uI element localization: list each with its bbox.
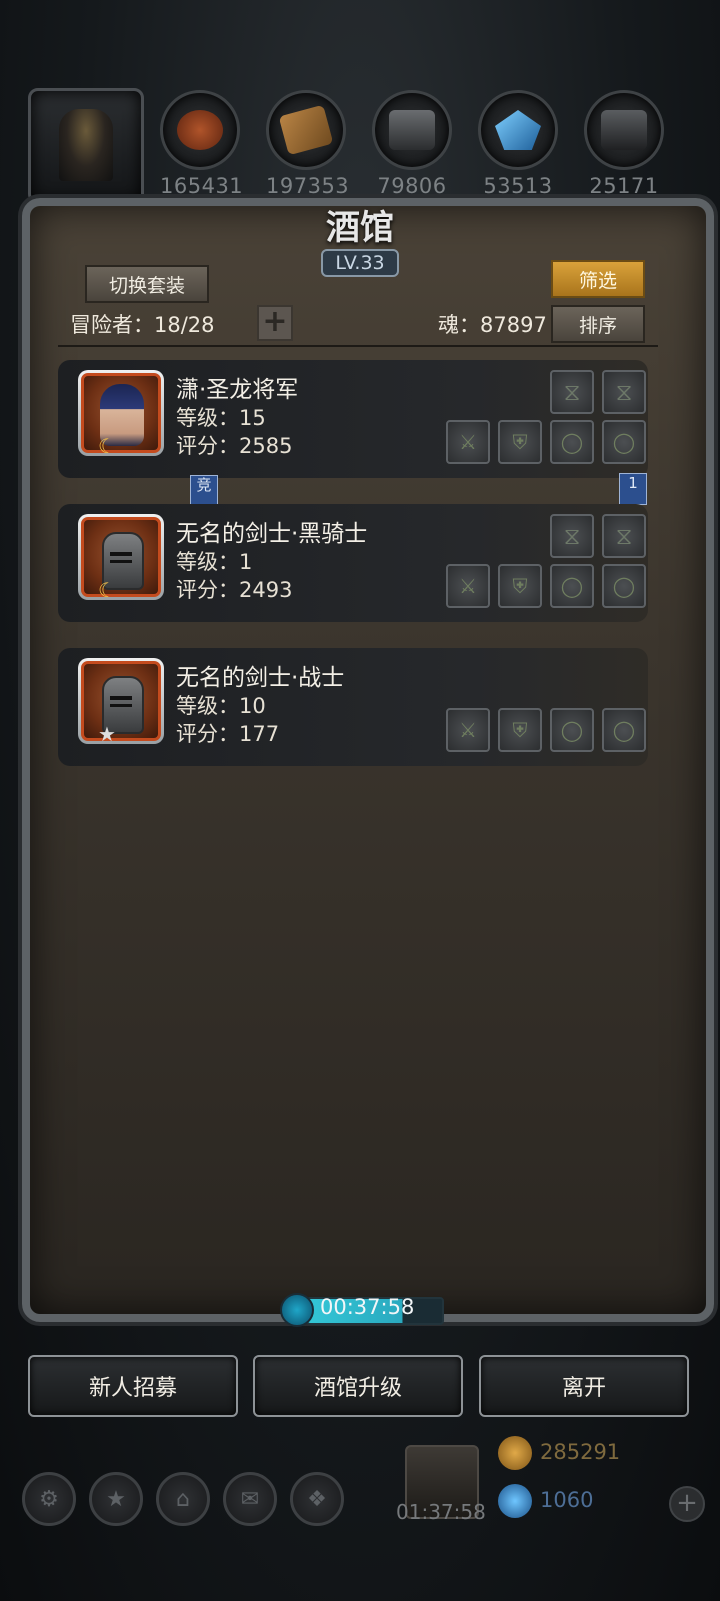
rune-slot-icon[interactable]: ⧖ bbox=[550, 514, 594, 558]
resource-circle bbox=[266, 90, 346, 170]
ring-slot-icon[interactable]: ◯ bbox=[550, 708, 594, 752]
hero-level: 等级：10 bbox=[176, 694, 266, 718]
crystal-icon bbox=[495, 110, 541, 150]
hero-name: 无名的剑士·战士 bbox=[176, 665, 345, 691]
leave-button[interactable]: 离开 bbox=[479, 1355, 689, 1417]
rune-slot-icon[interactable]: ⧖ bbox=[602, 370, 646, 414]
gift-timer: 01:37:58 bbox=[396, 1500, 486, 1524]
timer-text: 00:37:58 bbox=[320, 1295, 415, 1319]
bag-icon[interactable]: ❖ bbox=[290, 1472, 344, 1526]
hero-card[interactable]: ☾ 潇·圣龙将军 等级：15 评分：2585 ⧖ ⧖ ⚔ ⛨ ◯ ◯ bbox=[58, 360, 648, 478]
moon-icon: ☾ bbox=[98, 578, 116, 602]
clock-icon bbox=[280, 1293, 314, 1327]
gold-counter: 285291 bbox=[498, 1436, 698, 1472]
gem-icon bbox=[498, 1484, 532, 1518]
gold-icon bbox=[498, 1436, 532, 1470]
souls-count: 魂：87897 bbox=[438, 313, 547, 337]
guild-icon[interactable]: ⌂ bbox=[156, 1472, 210, 1526]
panel-title-plate: 酒馆 LV.33 bbox=[285, 196, 435, 277]
adventurers-count: 冒险者：18/28 bbox=[70, 313, 215, 337]
player-portrait[interactable] bbox=[28, 88, 144, 204]
resource-value: 25171 bbox=[589, 174, 659, 198]
rune-slot-icon[interactable]: ⧖ bbox=[602, 514, 646, 558]
resource-circle bbox=[160, 90, 240, 170]
settings-icon[interactable]: ⚙ bbox=[22, 1472, 76, 1526]
refresh-timer: 00:37:58 bbox=[280, 1293, 444, 1327]
ring-slot-icon[interactable]: ◯ bbox=[602, 420, 646, 464]
resource-meat: 165431 bbox=[160, 90, 244, 198]
armor-slot-icon[interactable]: ⛨ bbox=[498, 564, 542, 608]
resource-stone: 79806 bbox=[372, 90, 452, 198]
hero-name: 无名的剑士·黑骑士 bbox=[176, 521, 368, 547]
resource-circle bbox=[478, 90, 558, 170]
resource-bar: 165431 197353 79806 53513 25171 bbox=[24, 88, 704, 204]
armor-slot-icon[interactable]: ⛨ bbox=[498, 420, 542, 464]
sort-button[interactable]: 排序 bbox=[551, 305, 645, 343]
portrait-frame bbox=[81, 373, 161, 453]
weapon-slot-icon[interactable]: ⚔ bbox=[446, 564, 490, 608]
divider bbox=[58, 345, 658, 347]
hero-level: 等级：1 bbox=[176, 550, 253, 574]
switch-outfit-button[interactable]: 切换套装 bbox=[85, 265, 209, 303]
resource-value: 79806 bbox=[377, 174, 447, 198]
resource-wood: 197353 bbox=[266, 90, 350, 198]
resource-crystal: 53513 bbox=[478, 90, 558, 198]
add-adventurer-button[interactable]: + bbox=[257, 305, 293, 341]
portrait-frame bbox=[81, 661, 161, 741]
player-figure bbox=[59, 109, 113, 181]
resource-value: 197353 bbox=[266, 174, 350, 198]
moon-icon: ☾ bbox=[98, 434, 116, 458]
rank-flag: 1 bbox=[619, 473, 647, 505]
hero-portrait bbox=[78, 370, 164, 456]
recruit-button[interactable]: 新人招募 bbox=[28, 1355, 238, 1417]
gem-counter: 1060 bbox=[498, 1484, 698, 1520]
resource-circle bbox=[372, 90, 452, 170]
armor-slot-icon[interactable]: ⛨ bbox=[498, 708, 542, 752]
meat-icon bbox=[177, 110, 223, 150]
gold-value: 285291 bbox=[540, 1440, 621, 1464]
portrait-frame bbox=[81, 517, 161, 597]
hero-score: 评分：2493 bbox=[176, 578, 293, 602]
wood-icon bbox=[278, 104, 334, 156]
panel-title: 酒馆 bbox=[326, 208, 394, 248]
hero-score: 评分：2585 bbox=[176, 434, 293, 458]
resource-circle bbox=[584, 90, 664, 170]
star-icon: ★ bbox=[98, 722, 116, 746]
weapon-slot-icon[interactable]: ⚔ bbox=[446, 708, 490, 752]
stone-icon bbox=[389, 110, 435, 150]
weapon-slot-icon[interactable]: ⚔ bbox=[446, 420, 490, 464]
ring-slot-icon[interactable]: ◯ bbox=[550, 564, 594, 608]
hero-portrait bbox=[78, 658, 164, 744]
gem-value: 1060 bbox=[540, 1488, 594, 1512]
resource-value: 53513 bbox=[483, 174, 553, 198]
resource-value: 165431 bbox=[160, 174, 244, 198]
hero-level: 等级：15 bbox=[176, 406, 266, 430]
arena-flag: 竞 bbox=[190, 475, 218, 507]
add-currency-button[interactable]: + bbox=[669, 1486, 705, 1522]
level-badge: LV.33 bbox=[321, 249, 399, 277]
achievement-icon[interactable]: ★ bbox=[89, 1472, 143, 1526]
mail-icon[interactable]: ✉ bbox=[223, 1472, 277, 1526]
iron-icon bbox=[601, 110, 647, 150]
hero-card[interactable]: ★ 无名的剑士·战士 等级：10 评分：177 ⚔ ⛨ ◯ ◯ bbox=[58, 648, 648, 766]
hero-portrait bbox=[78, 514, 164, 600]
ring-slot-icon[interactable]: ◯ bbox=[550, 420, 594, 464]
ring-slot-icon[interactable]: ◯ bbox=[602, 564, 646, 608]
filter-button[interactable]: 筛选 bbox=[551, 260, 645, 298]
upgrade-tavern-button[interactable]: 酒馆升级 bbox=[253, 1355, 463, 1417]
hero-score: 评分：177 bbox=[176, 722, 280, 746]
hero-name: 潇·圣龙将军 bbox=[176, 377, 299, 403]
hero-card[interactable]: ☾ 无名的剑士·黑骑士 等级：1 评分：2493 ⧖ ⧖ ⚔ ⛨ ◯ ◯ bbox=[58, 504, 648, 622]
resource-iron: 25171 bbox=[584, 90, 664, 198]
ring-slot-icon[interactable]: ◯ bbox=[602, 708, 646, 752]
rune-slot-icon[interactable]: ⧖ bbox=[550, 370, 594, 414]
